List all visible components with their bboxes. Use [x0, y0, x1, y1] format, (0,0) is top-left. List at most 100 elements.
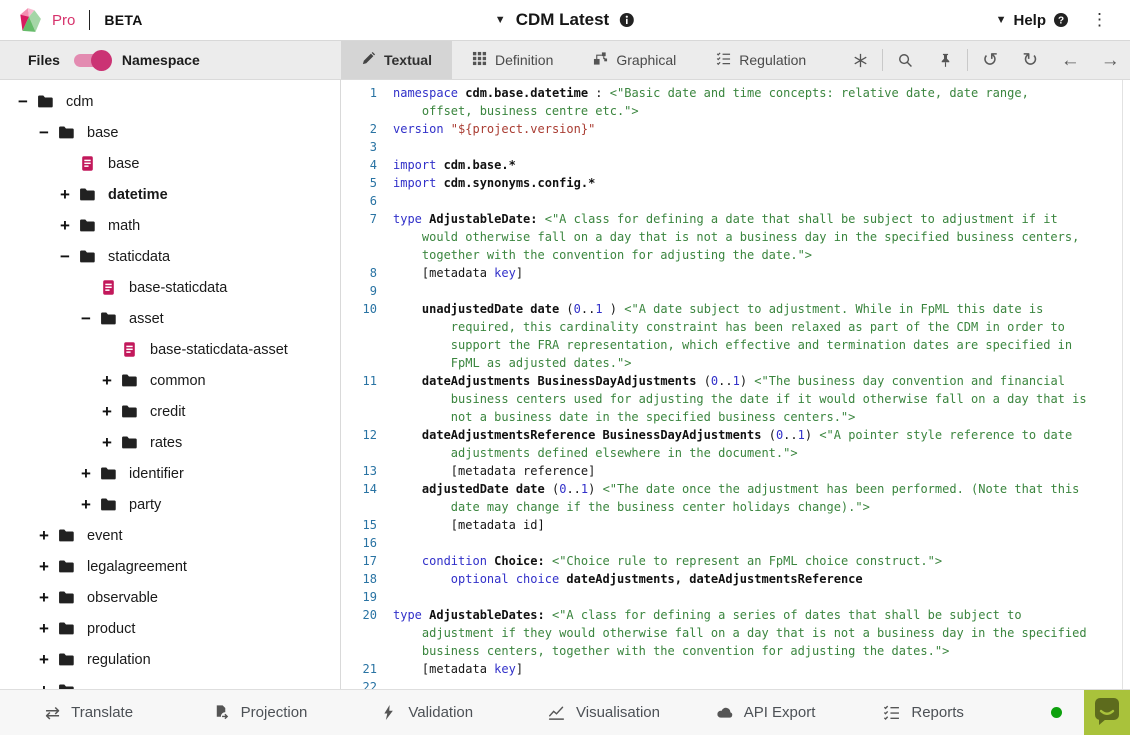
- toolbar-separator: [967, 49, 968, 71]
- tree-item-base[interactable]: base: [0, 148, 340, 179]
- tab-definition[interactable]: Definition: [452, 41, 573, 79]
- tab-regulation[interactable]: Regulation: [696, 41, 826, 79]
- line-number: 8: [341, 264, 393, 282]
- file-icon: [99, 279, 118, 296]
- tree-item-label: base: [108, 156, 139, 172]
- tab-textual[interactable]: Textual: [341, 41, 452, 79]
- footer-item-label: Projection: [241, 704, 308, 721]
- editor-scrollbar[interactable]: [1122, 80, 1130, 689]
- chat-widget-button[interactable]: [1084, 690, 1130, 735]
- expand-icon[interactable]: +: [52, 185, 78, 205]
- visualisation-button[interactable]: Visualisation: [548, 704, 716, 721]
- undo-icon[interactable]: ↺: [970, 41, 1010, 80]
- projection-button[interactable]: Projection: [213, 704, 381, 721]
- tree-item-base-staticdata-asset[interactable]: base-staticdata-asset: [0, 334, 340, 365]
- tree-item-asset[interactable]: − asset: [0, 303, 340, 334]
- info-icon[interactable]: [619, 12, 635, 28]
- tree-item-credit[interactable]: + credit: [0, 396, 340, 427]
- folder-icon: [57, 682, 76, 689]
- folder-icon: [78, 217, 97, 234]
- expand-icon[interactable]: +: [31, 588, 57, 608]
- tab-graphical[interactable]: Graphical: [573, 41, 696, 79]
- tree-item[interactable]: +: [0, 675, 340, 689]
- search-icon[interactable]: [885, 41, 925, 80]
- code-line: 13[metadata reference]: [341, 462, 1130, 480]
- chevron-down-icon: ▼: [495, 14, 506, 26]
- tree-item-math[interactable]: +math: [0, 210, 340, 241]
- code-line: 1namespace cdm.base.datetime : <"Basic d…: [341, 84, 1130, 120]
- tree-item-cdm[interactable]: −cdm: [0, 86, 340, 117]
- collapse-icon[interactable]: −: [52, 247, 78, 267]
- tree-item-rates[interactable]: + rates: [0, 427, 340, 458]
- line-number: 1: [341, 84, 393, 120]
- tree-item-label: rates: [150, 435, 182, 451]
- tree-item-staticdata[interactable]: −staticdata: [0, 241, 340, 272]
- line-number: 19: [341, 588, 393, 606]
- code-line: 19: [341, 588, 1130, 606]
- beta-badge: BETA: [104, 12, 142, 28]
- tree-item-label: asset: [129, 311, 164, 327]
- expand-icon[interactable]: +: [94, 371, 120, 391]
- line-number: 15: [341, 516, 393, 534]
- line-number: 20: [341, 606, 393, 660]
- footer-item-label: Translate: [71, 704, 133, 721]
- arrow-left-icon[interactable]: ←: [1050, 41, 1090, 80]
- expand-icon[interactable]: +: [31, 557, 57, 577]
- tree-item-event[interactable]: +event: [0, 520, 340, 551]
- tree-item-base-staticdata[interactable]: base-staticdata: [0, 272, 340, 303]
- tree-item-party[interactable]: +party: [0, 489, 340, 520]
- expand-icon[interactable]: +: [31, 681, 57, 690]
- expand-icon[interactable]: +: [31, 619, 57, 639]
- tree-item-common[interactable]: +common: [0, 365, 340, 396]
- tab-label: Textual: [384, 52, 432, 68]
- tree-item-base[interactable]: −base: [0, 117, 340, 148]
- document-switcher[interactable]: ▼ CDM Latest: [495, 10, 635, 30]
- redo-icon[interactable]: ↻: [1010, 41, 1050, 80]
- expand-icon[interactable]: +: [31, 526, 57, 546]
- tree-item-observable[interactable]: +observable: [0, 582, 340, 613]
- folder-icon: [99, 310, 118, 327]
- question-icon: ?: [1053, 12, 1069, 28]
- arrow-right-icon[interactable]: →: [1090, 41, 1130, 80]
- footer-item-label: API Export: [744, 704, 816, 721]
- files-namespace-toggle[interactable]: [74, 54, 108, 67]
- tree-item-identifier[interactable]: +identifier: [0, 458, 340, 489]
- translate-button[interactable]: ⇄Translate: [45, 704, 213, 722]
- footer-item-label: Reports: [911, 704, 964, 721]
- namespace-label: Namespace: [122, 52, 200, 68]
- validation-button[interactable]: Validation: [380, 704, 548, 721]
- line-number: 18: [341, 570, 393, 588]
- tree-item-regulation[interactable]: +regulation: [0, 644, 340, 675]
- code-editor[interactable]: 1namespace cdm.base.datetime : <"Basic d…: [341, 80, 1130, 689]
- folder-icon: [120, 372, 139, 389]
- kebab-menu-icon[interactable]: ⋮: [1087, 10, 1112, 30]
- expand-icon[interactable]: +: [94, 402, 120, 422]
- expand-icon[interactable]: +: [31, 650, 57, 670]
- api-export-icon: [716, 704, 733, 721]
- tree-item-label: credit: [150, 404, 185, 420]
- help-menu[interactable]: ▼ Help ?: [996, 12, 1069, 29]
- reports-button[interactable]: Reports: [883, 704, 1051, 721]
- tree-item-product[interactable]: +product: [0, 613, 340, 644]
- folder-icon: [99, 465, 118, 482]
- footer-item-label: Visualisation: [576, 704, 660, 721]
- folder-icon: [57, 620, 76, 637]
- collapse-icon[interactable]: −: [31, 123, 57, 143]
- app-logo-icon: [16, 7, 42, 33]
- expand-icon[interactable]: +: [73, 495, 99, 515]
- expand-icon[interactable]: +: [73, 464, 99, 484]
- api-export-button[interactable]: API Export: [716, 704, 884, 721]
- tree-item-legalagreement[interactable]: +legalagreement: [0, 551, 340, 582]
- expand-icon[interactable]: +: [94, 433, 120, 453]
- tab-label: Graphical: [616, 52, 676, 68]
- tab-label: Definition: [495, 52, 553, 68]
- asterisk-icon[interactable]: [840, 41, 880, 80]
- tree-item-datetime[interactable]: +datetime: [0, 179, 340, 210]
- code-line: 3: [341, 138, 1130, 156]
- collapse-icon[interactable]: −: [10, 92, 36, 112]
- brand-divider: [89, 10, 90, 30]
- expand-icon[interactable]: +: [52, 216, 78, 236]
- folder-icon: [120, 403, 139, 420]
- pin-icon[interactable]: [925, 41, 965, 80]
- collapse-icon[interactable]: −: [73, 309, 99, 329]
